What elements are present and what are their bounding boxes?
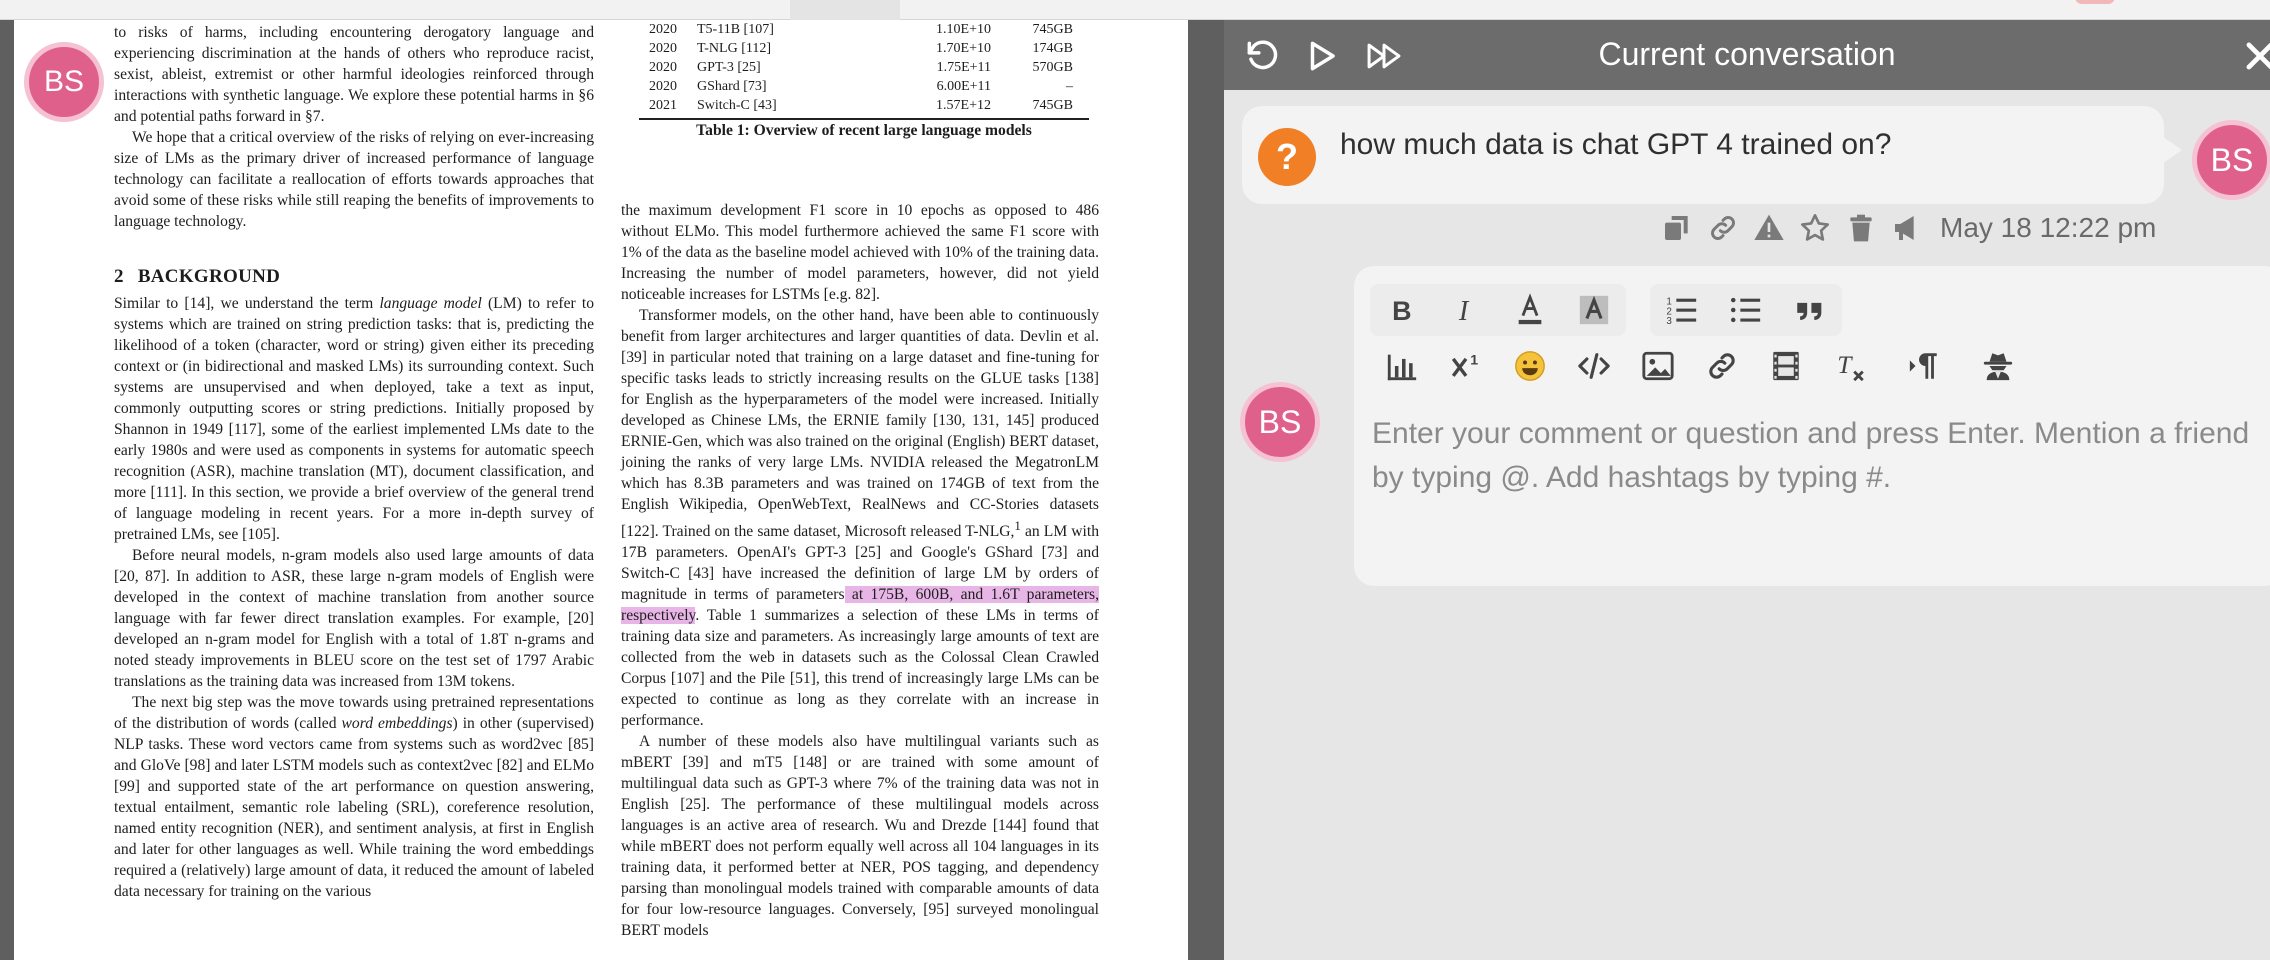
- table-cell-model: T-NLG [112]: [697, 40, 772, 56]
- current-user-avatar[interactable]: BS: [1240, 382, 1320, 462]
- window-control[interactable]: [2075, 0, 2115, 4]
- comment-input[interactable]: Enter your comment or question and press…: [1372, 412, 2252, 500]
- superscript-icon[interactable]: 1: [1434, 340, 1498, 392]
- table-cell-params: 1.57E+12: [936, 97, 991, 113]
- ordered-list-icon[interactable]: 123: [1650, 284, 1714, 336]
- section-title: BACKGROUND: [137, 266, 281, 287]
- bold-icon[interactable]: B: [1370, 284, 1434, 336]
- user-avatar[interactable]: BS: [24, 42, 104, 122]
- table-cell-year: 2020: [649, 59, 677, 75]
- text-run: Similar to [14], we understand the term: [114, 295, 380, 312]
- table-cell-size: 745GB: [1032, 97, 1073, 113]
- table-cell-model: GPT-3 [25]: [697, 59, 761, 75]
- browser-tab[interactable]: [790, 0, 900, 20]
- table-cell-params: 6.00E+11: [936, 78, 991, 94]
- table-row: 2021 Switch-C [43] 1.57E+12 745GB: [639, 96, 1089, 115]
- paragraph: Before neural models, n-gram models also…: [114, 547, 594, 690]
- format-toolbar-group: B I: [1370, 284, 1626, 336]
- table-cell-size: –: [1066, 78, 1073, 94]
- emphasis: word embeddings: [341, 715, 453, 732]
- panel-header: Current conversation: [1224, 20, 2270, 90]
- left-column: to risks of harms, including encounterin…: [114, 22, 594, 902]
- table-row: 2020 T5-11B [107] 1.10E+10 745GB: [639, 20, 1089, 39]
- conversation-panel: Current conversation ? how much data is …: [1224, 20, 2270, 960]
- megaphone-icon[interactable]: [1884, 208, 1930, 248]
- table-row: 2020 GShard [73] 6.00E+11 –: [639, 77, 1089, 96]
- copy-icon[interactable]: [1654, 208, 1700, 248]
- pdf-page: BS to risks of harms, including encounte…: [0, 20, 1188, 960]
- text-run: (LM) to refer to systems which are train…: [114, 295, 594, 543]
- table-row: 2020 T-NLG [112] 1.70E+10 174GB: [639, 39, 1089, 58]
- paragraph: We hope that a critical overview of the …: [114, 129, 594, 230]
- table-cell-size: 570GB: [1032, 59, 1073, 75]
- svg-text:B: B: [1392, 296, 1411, 326]
- right-column: the maximum development F1 score in 10 e…: [621, 200, 1099, 941]
- question-text: how much data is chat GPT 4 trained on?: [1340, 128, 1892, 161]
- highlight-color-icon[interactable]: [1562, 284, 1626, 336]
- star-icon[interactable]: [1792, 208, 1838, 248]
- svg-text:1: 1: [1470, 353, 1478, 369]
- video-icon[interactable]: [1754, 340, 1818, 392]
- table-cell-params: 1.70E+10: [936, 40, 991, 56]
- question-mark-icon: ?: [1258, 128, 1316, 186]
- svg-text:T: T: [1837, 350, 1853, 379]
- browser-top-strip: [0, 0, 2270, 20]
- text-run: Transformer models, on the other hand, h…: [621, 307, 1099, 541]
- paragraph: Similar to [14], we understand the term …: [114, 293, 594, 545]
- trash-icon[interactable]: [1838, 208, 1884, 248]
- svg-text:I: I: [1458, 296, 1470, 327]
- text-run: . Table 1 summarizes a selection of thes…: [621, 607, 1099, 730]
- paragraph: A number of these models also have multi…: [621, 733, 1099, 940]
- message-timestamp: May 18 12:22 pm: [1940, 212, 2157, 243]
- paragraph-direction-icon[interactable]: [1892, 340, 1956, 392]
- table-cell-year: 2020: [649, 21, 677, 37]
- text-run: ) in other (supervised) NLP tasks. These…: [114, 715, 594, 900]
- insert-toolbar-group: 1 T: [1370, 340, 2030, 392]
- table-cell-params: 1.75E+11: [936, 59, 991, 75]
- message-actions: May 18 12:22 pm: [1654, 208, 2156, 248]
- table-row: 2020 GPT-3 [25] 1.75E+11 570GB: [639, 58, 1089, 77]
- close-icon[interactable]: [2240, 36, 2270, 76]
- list-toolbar-group: 123: [1650, 284, 1842, 336]
- italic-icon[interactable]: I: [1434, 284, 1498, 336]
- emphasis: language model: [379, 295, 482, 312]
- paragraph: Transformer models, on the other hand, h…: [621, 305, 1099, 731]
- clear-format-icon[interactable]: T: [1818, 340, 1882, 392]
- image-icon[interactable]: [1626, 340, 1690, 392]
- table-caption: Table 1: Overview of recent large langua…: [696, 122, 1032, 139]
- anonymous-spy-icon[interactable]: [1966, 340, 2030, 392]
- emoji-icon[interactable]: [1498, 340, 1562, 392]
- chart-icon[interactable]: [1370, 340, 1434, 392]
- table-cell-year: 2020: [649, 78, 677, 94]
- section-number: 2: [114, 266, 124, 287]
- table-cell-model: Switch-C [43]: [697, 97, 777, 113]
- section-heading: 2 BACKGROUND: [114, 266, 594, 287]
- table-cell-year: 2020: [649, 40, 677, 56]
- paragraph: the maximum development F1 score in 10 e…: [621, 202, 1099, 303]
- table-cell-model: GShard [73]: [697, 78, 767, 94]
- svg-text:3: 3: [1666, 316, 1672, 327]
- table-cell-model: T5-11B [107]: [697, 21, 774, 37]
- question-author-avatar[interactable]: BS: [2192, 120, 2270, 200]
- insert-link-icon[interactable]: [1690, 340, 1754, 392]
- table-rule: [639, 118, 1089, 120]
- paragraph: The next big step was the move towards u…: [114, 692, 594, 902]
- table-cell-year: 2021: [649, 97, 677, 113]
- paragraph: to risks of harms, including encounterin…: [114, 24, 594, 125]
- link-icon[interactable]: [1700, 208, 1746, 248]
- warning-icon[interactable]: [1746, 208, 1792, 248]
- panel-title: Current conversation: [1598, 36, 1896, 72]
- bullet-list-icon[interactable]: [1714, 284, 1778, 336]
- blockquote-icon[interactable]: [1778, 284, 1842, 336]
- code-icon[interactable]: [1562, 340, 1626, 392]
- font-color-icon[interactable]: [1498, 284, 1562, 336]
- table-cell-size: 174GB: [1032, 40, 1073, 56]
- llm-table: 2020 T5-11B [107] 1.10E+10 745GB 2020 T-NLG […: [639, 20, 1089, 140]
- table-cell-params: 1.10E+10: [936, 21, 991, 37]
- table-cell-size: 745GB: [1032, 21, 1073, 37]
